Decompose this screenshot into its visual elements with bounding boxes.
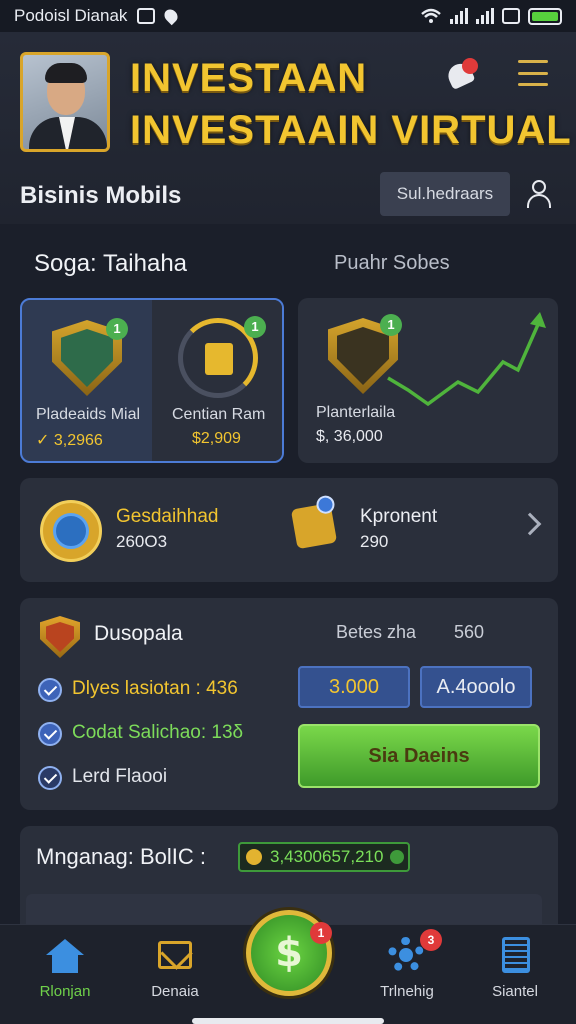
card-b-value: $, 36,000 <box>316 428 383 445</box>
gear-icon <box>388 937 424 973</box>
card-c-item2-value: 290 <box>360 532 389 551</box>
balance-value: 3,4300657,210 <box>270 847 384 866</box>
coin-icon <box>40 500 102 562</box>
puzzle-icon <box>290 494 338 550</box>
rewards-card[interactable]: Gesdaihhad 260O3 Kpronent 290 <box>20 478 558 582</box>
card-d-title: Dusopala <box>94 622 183 645</box>
nav-badge: 3 <box>420 929 442 951</box>
portfolio-card: Dusopala Betes zha 560 Dlyes lasiotan : … <box>20 598 558 810</box>
investment-card-a[interactable]: 1 Pladeaids Mial ✓ 3,2966 1 Centian Ram … <box>20 298 284 463</box>
app-title-line-2: INVESTAAIN VIRTUAL <box>130 108 572 152</box>
card-a-item2-value: $2,909 <box>192 430 241 447</box>
avatar[interactable] <box>20 52 110 152</box>
app-header: INVESTAAN INVESTAAIN VIRTUAL Bisinis Mob… <box>0 32 576 224</box>
nav-label: Rlonjan <box>39 983 91 1000</box>
signal-icon-2 <box>476 8 494 24</box>
nav-item-data[interactable]: Denaia <box>120 925 230 1024</box>
app-title-line-1: INVESTAAN <box>130 56 368 100</box>
search-input[interactable]: Sul.hedraars <box>380 172 510 216</box>
nav-label: Denaia <box>151 983 199 1000</box>
card-c-item2-label: Kpronent <box>360 506 438 527</box>
list-item: Dlyes lasiotan : 436 <box>72 678 238 699</box>
sim-icon <box>502 8 520 24</box>
gear-icon <box>246 849 262 865</box>
signal-icon <box>450 8 468 24</box>
page-subtitle: Bisinis Mobils <box>20 182 182 209</box>
center-badge: 1 <box>310 922 332 944</box>
status-bar-text: Podoisl Dianak <box>14 6 128 25</box>
card-d-right-label: Betes zha <box>336 622 417 642</box>
check-icon <box>38 678 62 702</box>
clipboard-icon <box>502 937 530 973</box>
menu-button[interactable] <box>518 60 548 86</box>
trend-up-icon <box>387 312 546 407</box>
status-bar: Podoisl Dianak <box>0 0 576 32</box>
section-title: Soga: Taihaha <box>34 250 188 277</box>
home-icon <box>46 939 84 973</box>
section-subtitle[interactable]: Puahr Sobes <box>334 252 450 275</box>
badge-shield-icon <box>40 616 80 658</box>
gallery-icon <box>137 8 156 24</box>
card-d-right-value: 560 <box>454 622 485 642</box>
eye-icon[interactable] <box>390 850 404 864</box>
check-icon <box>38 766 62 790</box>
card-a-badge-1: 1 <box>106 318 128 340</box>
nav-item-settings[interactable]: 3 Trlnehig <box>352 925 462 1024</box>
notification-badge <box>462 58 478 74</box>
card-a-item1-label: Pladeaids Mial <box>36 406 141 423</box>
envelope-icon <box>158 941 192 969</box>
amount-button-2[interactable]: A.4ooolo <box>420 666 532 708</box>
amount-button-1[interactable]: 3.000 <box>298 666 410 708</box>
battery-icon <box>528 7 562 25</box>
list-item: Codat Salichao: 13δ <box>72 722 244 743</box>
investment-card-b[interactable]: 1 Planterlaila $, 36,000 <box>298 298 558 463</box>
list-item: Lerd Flaooi <box>72 766 168 787</box>
location-icon <box>162 6 181 26</box>
balance-display: 3,4300657,210 <box>238 842 410 872</box>
wifi-icon <box>421 8 441 23</box>
home-indicator[interactable] <box>192 1018 384 1024</box>
card-e-title: Mnganag: BolIC : <box>36 844 206 869</box>
notification-button[interactable] <box>444 56 480 91</box>
card-c-item1-value: 260O3 <box>116 532 168 551</box>
card-c-item1-label: Gesdaihhad <box>116 506 219 527</box>
nav-label: Siantel <box>492 983 538 1000</box>
check-icon <box>38 722 62 746</box>
nav-item-report[interactable]: Siantel <box>460 925 570 1024</box>
card-a-item2-label: Centian Ram <box>172 406 266 423</box>
user-icon[interactable] <box>524 178 554 208</box>
nav-label: Trlnehig <box>380 983 434 1000</box>
card-a-badge-2: 1 <box>244 316 266 338</box>
card-a-item1-value: ✓ 3,2966 <box>36 432 103 449</box>
chevron-right-icon[interactable] <box>518 512 542 536</box>
card-b-label: Planterlaila <box>316 404 396 421</box>
nav-item-home[interactable]: Rlonjan <box>10 925 120 1024</box>
invest-cta-button[interactable]: Sia Daeins <box>298 724 540 788</box>
